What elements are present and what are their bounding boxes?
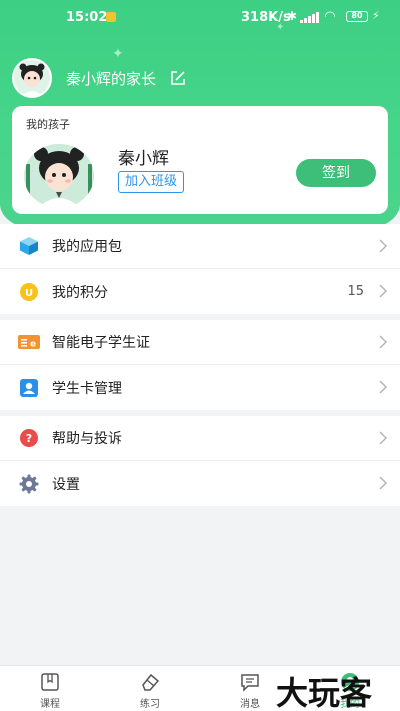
chevron-right-icon: [379, 284, 388, 298]
gear-icon: [18, 473, 40, 495]
chevron-right-icon: [379, 335, 388, 349]
menu-item-settings[interactable]: 设置: [0, 461, 400, 506]
child-card: 我的孩子 秦小辉 加入班级 签到: [12, 106, 388, 214]
menu-item-student-card-management[interactable]: 学生卡管理: [0, 365, 400, 410]
my-children-label: 我的孩子: [26, 118, 70, 131]
tab-course[interactable]: 课程: [20, 672, 80, 710]
join-class-button[interactable]: 加入班级: [118, 171, 185, 193]
battery-icon: 80: [346, 11, 368, 22]
tab-label: 课程: [40, 699, 60, 710]
cube-icon: [18, 235, 40, 257]
parent-profile-row[interactable]: 秦小辉的家长: [12, 58, 186, 98]
menu-item-label: 设置: [52, 476, 80, 493]
menu-item-label: 智能电子学生证: [52, 335, 150, 351]
chevron-right-icon: [379, 380, 388, 394]
points-value: 15: [347, 284, 364, 299]
battery-level: 80: [351, 11, 363, 20]
help-icon: ?: [18, 427, 40, 449]
menu-item-app-package[interactable]: 我的应用包: [0, 224, 400, 269]
bluetooth-icon: ✱: [287, 9, 298, 23]
tab-practice[interactable]: 练习: [120, 672, 180, 710]
menu-item-student-id[interactable]: e 智能电子学生证: [0, 320, 400, 365]
menu-group-settings: ? 帮助与投诉 设置: [0, 416, 400, 506]
message-icon: [241, 674, 259, 692]
tab-label: 消息: [240, 699, 260, 710]
menu-item-label: 我的积分: [52, 284, 108, 301]
charging-icon: ⚡: [372, 9, 380, 22]
status-bar: 15:02 318K/s ✱ ◠ 80 ⚡: [0, 0, 400, 34]
svg-text:?: ?: [26, 432, 32, 445]
parent-name: 秦小辉的家长: [66, 69, 157, 88]
card-user-icon: [18, 377, 40, 399]
tab-messages[interactable]: 消息: [220, 672, 280, 710]
chevron-right-icon: [379, 239, 388, 253]
svg-text:U: U: [25, 288, 33, 299]
menu-item-label: 我的应用包: [52, 239, 122, 255]
menu-item-label: 学生卡管理: [52, 380, 122, 397]
menu-group-student-card: e 智能电子学生证 学生卡管理: [0, 320, 400, 410]
checkin-button[interactable]: 签到: [296, 159, 376, 187]
student-id-icon: e: [18, 331, 40, 353]
watermark-text: 大玩客: [276, 674, 373, 711]
chevron-right-icon: [379, 476, 388, 490]
menu-item-points[interactable]: U 我的积分 15: [0, 269, 400, 314]
chevron-right-icon: [379, 431, 388, 445]
edit-icon[interactable]: [170, 70, 186, 86]
book-icon: [41, 673, 59, 691]
network-speed: 318K/s: [241, 10, 291, 25]
signal-icon: [300, 12, 319, 23]
avatar-image: [14, 60, 50, 96]
notification-app-icon: [106, 12, 116, 22]
status-time: 15:02: [66, 10, 108, 25]
child-name: 秦小辉: [118, 149, 169, 169]
avatar-image: [24, 144, 94, 208]
child-avatar[interactable]: [24, 144, 94, 208]
tab-label: 练习: [140, 699, 160, 710]
menu-item-label: 帮助与投诉: [52, 431, 122, 447]
menu-item-help[interactable]: ? 帮助与投诉: [0, 416, 400, 461]
coin-icon: U: [18, 281, 40, 303]
eraser-icon: [142, 673, 160, 691]
svg-text:e: e: [30, 340, 36, 350]
wifi-icon: ◠: [325, 9, 335, 24]
menu-group-apps: 我的应用包 U 我的积分 15: [0, 224, 400, 314]
parent-avatar[interactable]: [12, 58, 52, 98]
